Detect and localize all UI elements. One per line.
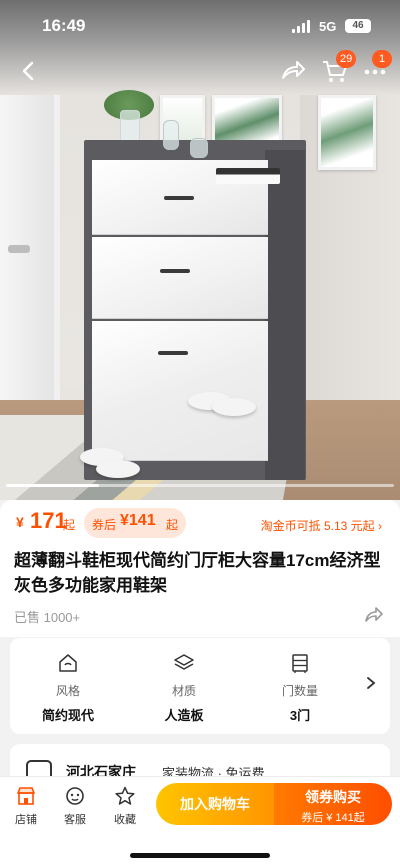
wall-picture bbox=[318, 95, 376, 170]
door bbox=[0, 95, 60, 425]
buy-with-coupon-button[interactable]: 领券购买 券后 ¥ 141起 bbox=[274, 783, 392, 825]
back-icon[interactable] bbox=[14, 56, 44, 86]
attributes-card[interactable]: 风格 简约现代 材质 人造板 门数量 3门 bbox=[10, 638, 390, 734]
gallery-progress-fill bbox=[6, 484, 100, 487]
style-house-icon bbox=[59, 654, 77, 672]
share-icon[interactable] bbox=[278, 56, 308, 86]
vase bbox=[163, 120, 179, 150]
cart-icon[interactable]: 29 bbox=[320, 50, 357, 86]
price-unit: 起 bbox=[63, 518, 76, 532]
share-icon[interactable] bbox=[364, 605, 384, 623]
coupon-label: 券后 bbox=[92, 518, 117, 532]
vase bbox=[190, 138, 208, 158]
cabinet-door bbox=[92, 321, 268, 461]
attribute-style: 风格 简约现代 bbox=[18, 652, 118, 724]
coupon-unit: 起 bbox=[166, 518, 179, 532]
layers-icon bbox=[174, 654, 194, 670]
coupon-price: ¥141 bbox=[120, 512, 156, 529]
tab-favorite[interactable]: 收藏 bbox=[105, 785, 145, 828]
attribute-door-count: 门数量 3门 bbox=[250, 652, 350, 724]
attribute-material: 材质 人造板 bbox=[134, 652, 234, 724]
star-icon bbox=[115, 786, 135, 805]
service-icon bbox=[66, 787, 84, 805]
price-card: ¥ 171 起 券后 ¥141 起 淘金币可抵 5.13 元起 › 超薄翻斗鞋柜… bbox=[0, 500, 400, 637]
home-indicator bbox=[130, 853, 270, 858]
shop-icon bbox=[16, 787, 36, 805]
chevron-right-icon[interactable] bbox=[366, 676, 376, 690]
gallery-progress bbox=[6, 484, 394, 487]
slipper bbox=[96, 460, 140, 478]
cart-count-badge: 29 bbox=[336, 50, 357, 68]
taojinbi-offset-link[interactable]: 淘金币可抵 5.13 元起 › bbox=[261, 517, 382, 534]
signal-icon bbox=[292, 20, 312, 33]
cabinet-icon bbox=[292, 654, 308, 673]
more-icon[interactable]: 1 bbox=[360, 50, 392, 86]
coupon-price-pill: 券后 ¥141 起 bbox=[84, 508, 186, 538]
bottom-action-bar: 店铺 客服 收藏 加入购物车 领券购买 券后 ¥ 141起 bbox=[0, 776, 400, 865]
price-currency: ¥ bbox=[16, 514, 24, 530]
add-to-cart-button[interactable]: 加入购物车 bbox=[156, 783, 274, 825]
network-type: 5G bbox=[319, 19, 337, 34]
battery-icon: 46 bbox=[345, 19, 371, 33]
status-time: 16:49 bbox=[42, 16, 86, 35]
top-nav: 29 1 bbox=[0, 50, 400, 90]
tab-customer-service[interactable]: 客服 bbox=[55, 785, 95, 828]
tab-shop[interactable]: 店铺 bbox=[6, 785, 46, 828]
status-bar: 16:49 5G 46 bbox=[0, 0, 400, 52]
message-count-badge: 1 bbox=[372, 50, 392, 68]
product-detail-page: { "status_bar": { "time": "16:49", "netw… bbox=[0, 0, 400, 865]
slipper bbox=[212, 398, 256, 416]
original-price: 171 bbox=[30, 508, 67, 533]
books bbox=[216, 168, 280, 184]
sold-count: 已售 1000+ bbox=[14, 610, 81, 625]
cabinet-door bbox=[92, 237, 268, 319]
product-title: 超薄翻斗鞋柜现代简约门厅柜大容量17cm经济型灰色多功能家用鞋架 bbox=[14, 551, 381, 595]
